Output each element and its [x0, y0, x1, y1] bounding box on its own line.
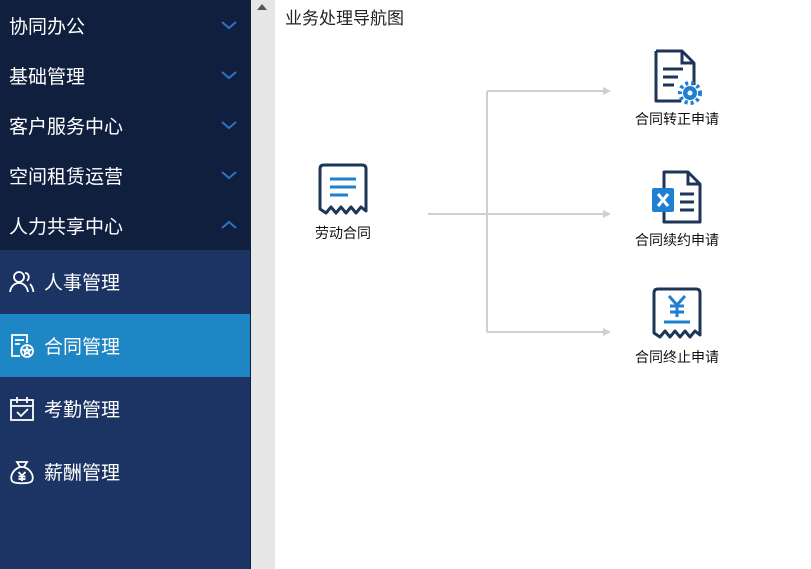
arrowhead-icon [603, 210, 611, 218]
receipt-icon [318, 163, 368, 215]
yen-receipt-icon [652, 287, 702, 339]
flow-node-label: 合同转正申请 [635, 112, 719, 128]
flow-node-label: 合同终止申请 [635, 350, 719, 366]
flow-node-contract-confirmation[interactable]: 合同转正申请 [622, 47, 732, 129]
flow-node-contract-termination[interactable]: 合同终止申请 [622, 287, 732, 367]
flow-node-contract-renewal[interactable]: 合同续约申请 [622, 168, 732, 250]
arrowhead-icon [603, 87, 611, 95]
document-gear-icon [654, 49, 702, 105]
arrowhead-icon [603, 328, 611, 336]
excel-document-icon [652, 170, 702, 224]
flow-node-label: 劳动合同 [315, 226, 371, 242]
flow-node-label: 合同续约申请 [635, 233, 719, 249]
flow-node-labor-contract[interactable]: 劳动合同 [300, 163, 386, 243]
